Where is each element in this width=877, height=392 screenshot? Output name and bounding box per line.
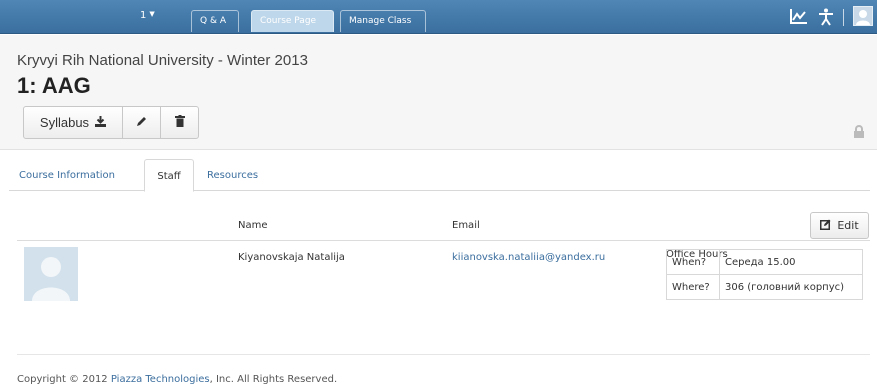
nav-tab-qa[interactable]: Q & A <box>191 10 239 32</box>
user-placeholder-icon <box>24 247 78 301</box>
course-header: Kryvyi Rih National University - Winter … <box>0 35 877 150</box>
user-avatar-icon[interactable] <box>853 6 873 26</box>
office-hours-key: When? <box>666 249 720 275</box>
accessibility-icon[interactable] <box>818 8 834 30</box>
trash-icon <box>174 115 185 130</box>
column-header-name: Name <box>238 220 268 231</box>
edit-syllabus-button[interactable] <box>123 107 161 138</box>
staff-email-link[interactable]: kiianovska.nataliia@yandex.ru <box>452 252 605 263</box>
tab-course-information[interactable]: Course Information <box>19 159 115 191</box>
top-nav-bar: 1 ▼ Q & A Course Page Manage Class <box>0 0 877 34</box>
class-selector[interactable]: 1 ▼ <box>140 10 155 21</box>
nav-tab-course-page[interactable]: Course Page <box>251 10 334 32</box>
lock-icon <box>853 123 865 142</box>
page-title: 1: AAG <box>17 73 91 98</box>
table-row: When? Середа 15.00 <box>666 249 863 275</box>
office-hours-key: Where? <box>666 274 720 300</box>
column-header-email: Email <box>452 220 480 231</box>
table-divider <box>17 240 870 241</box>
table-row: Where? 306 (головний корпус) <box>666 274 863 300</box>
syllabus-button-group: Syllabus <box>23 106 199 139</box>
footer-prefix: Copyright © 2012 <box>17 374 111 385</box>
syllabus-label: Syllabus <box>39 115 90 130</box>
footer-divider <box>17 354 870 355</box>
divider <box>843 9 844 26</box>
edit-square-icon <box>820 219 837 233</box>
office-hours-table: When? Середа 15.00 Where? 306 (головний … <box>666 249 863 300</box>
tab-staff[interactable]: Staff <box>144 159 194 192</box>
nav-tab-manage-class[interactable]: Manage Class <box>340 10 426 32</box>
download-icon <box>95 115 107 130</box>
delete-syllabus-button[interactable] <box>161 107 198 138</box>
course-tabs: Course Information Staff Resources <box>9 159 870 192</box>
syllabus-button[interactable]: Syllabus <box>24 107 123 138</box>
tab-resources[interactable]: Resources <box>207 159 258 191</box>
stats-icon[interactable] <box>790 8 808 28</box>
staff-name: Kiyanovskaja Natalija <box>238 252 345 263</box>
edit-label: Edit <box>837 219 859 232</box>
edit-staff-button[interactable]: Edit <box>810 212 869 239</box>
footer: Copyright © 2012 Piazza Technologies, In… <box>17 374 337 385</box>
pencil-icon <box>136 116 147 130</box>
office-hours-value: Середа 15.00 <box>719 249 863 275</box>
company-link[interactable]: Piazza Technologies <box>111 374 210 385</box>
caret-down-icon: ▼ <box>149 10 155 18</box>
class-selector-label: 1 <box>140 10 147 21</box>
school-term: Kryvyi Rih National University - Winter … <box>17 52 308 69</box>
footer-suffix: , Inc. All Rights Reserved. <box>209 374 338 385</box>
office-hours-value: 306 (головний корпус) <box>719 274 863 300</box>
